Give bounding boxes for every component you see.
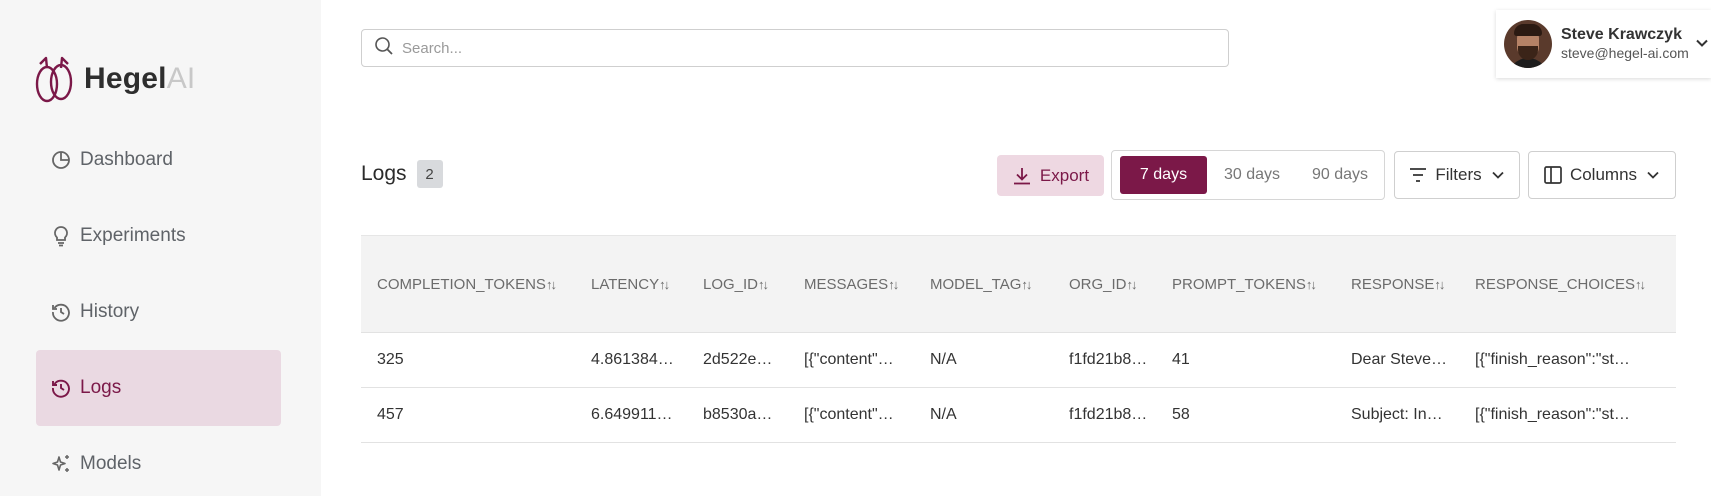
avatar: [1504, 20, 1552, 68]
owl-logo-icon: [35, 56, 73, 103]
cell-messages: [{"content"…: [788, 332, 914, 388]
cell-org-id: f1fd21b8…: [1053, 387, 1156, 443]
column-header-model-tag[interactable]: MODEL_TAG↑↓: [914, 235, 1053, 333]
chevron-down-icon[interactable]: [1695, 36, 1709, 55]
sidebar-item-experiments[interactable]: Experiments: [36, 198, 281, 274]
history-icon: [50, 377, 72, 399]
cell-model-tag: N/A: [914, 332, 1053, 388]
sort-icon: ↑↓: [659, 276, 670, 292]
columns-icon: [1544, 166, 1562, 184]
sidebar-item-models[interactable]: Models: [36, 426, 281, 502]
cell-org-id: f1fd21b8…: [1053, 332, 1156, 388]
search-input[interactable]: [402, 39, 1182, 57]
column-header-org-id[interactable]: ORG_ID↑↓: [1053, 235, 1156, 333]
sidebar-item-label: History: [80, 301, 140, 322]
sort-icon: ↑↓: [1126, 276, 1138, 292]
column-header-prompt-tokens[interactable]: PROMPT_TOKENS↑↓: [1156, 235, 1335, 333]
logs-table: COMPLETION_TOKENS↑↓ LATENCY↑↓ LOG_ID↑↓ M…: [361, 235, 1676, 443]
sort-icon: ↑↓: [758, 276, 769, 292]
page-title: Logs: [361, 162, 407, 185]
cell-model-tag: N/A: [914, 387, 1053, 443]
sort-icon: ↑↓: [1021, 276, 1032, 292]
sort-icon: ↑↓: [1305, 276, 1317, 292]
columns-button[interactable]: Columns: [1528, 151, 1676, 199]
sort-icon: ↑↓: [888, 276, 899, 292]
lightbulb-icon: [50, 225, 72, 247]
chevron-down-icon: [1491, 168, 1505, 182]
cell-latency: 6.649911…: [575, 387, 687, 443]
column-header-messages[interactable]: MESSAGES↑↓: [788, 235, 914, 333]
cell-response: Dear Steve…: [1335, 332, 1459, 388]
column-header-latency[interactable]: LATENCY↑↓: [575, 235, 687, 333]
cell-log-id: b8530a…: [687, 387, 788, 443]
sort-icon: ↑↓: [1434, 276, 1445, 292]
sidebar-item-label: Models: [80, 453, 142, 474]
table-header-row: COMPLETION_TOKENS↑↓ LATENCY↑↓ LOG_ID↑↓ M…: [361, 235, 1676, 333]
count-badge: 2: [416, 160, 443, 188]
cell-completion-tokens: 457: [361, 387, 575, 443]
date-range-selector: 7 days 30 days 90 days: [1111, 150, 1385, 200]
cell-messages: [{"content"…: [788, 387, 914, 443]
sidebar: HegelAI Dashboard Experiments History Lo…: [0, 0, 321, 496]
range-90-days-button[interactable]: 90 days: [1297, 156, 1383, 194]
cell-response: Subject: In…: [1335, 387, 1459, 443]
sparkles-icon: [50, 453, 72, 475]
sidebar-item-history[interactable]: History: [36, 274, 281, 350]
pie-chart-icon: [50, 149, 72, 171]
cell-prompt-tokens: 58: [1156, 387, 1335, 443]
user-menu[interactable]: Steve Krawczyk steve@hegel-ai.com: [1496, 10, 1711, 78]
cell-log-id: 2d522e…: [687, 332, 788, 388]
filter-icon: [1409, 167, 1427, 183]
search-bar[interactable]: [361, 29, 1229, 67]
column-header-log-id[interactable]: LOG_ID↑↓: [687, 235, 788, 333]
sort-icon: ↑↓: [545, 276, 557, 292]
brand-name: HegelAI: [84, 62, 196, 95]
sidebar-item-dashboard[interactable]: Dashboard: [36, 122, 281, 198]
column-header-response-choices[interactable]: RESPONSE_CHOICES↑↓: [1459, 235, 1676, 333]
cell-completion-tokens: 325: [361, 332, 575, 388]
filters-label: Filters: [1435, 165, 1482, 184]
table-row[interactable]: 325 4.861384… 2d522e… [{"content"… N/A f…: [361, 332, 1676, 388]
cell-response-choices: [{"finish_reason":"st…: [1459, 332, 1676, 388]
sidebar-item-label: Dashboard: [80, 149, 173, 170]
range-7-days-button[interactable]: 7 days: [1120, 156, 1207, 194]
export-button[interactable]: Export: [997, 155, 1104, 196]
filters-button[interactable]: Filters: [1394, 151, 1520, 199]
column-header-response[interactable]: RESPONSE↑↓: [1335, 235, 1459, 333]
table-row[interactable]: 457 6.649911… b8530a… [{"content"… N/A f…: [361, 387, 1676, 443]
sidebar-item-label: Experiments: [80, 225, 186, 246]
chevron-down-icon: [1646, 168, 1660, 182]
range-30-days-button[interactable]: 30 days: [1207, 156, 1297, 194]
cell-prompt-tokens: 41: [1156, 332, 1335, 388]
cell-latency: 4.861384…: [575, 332, 687, 388]
export-label: Export: [1039, 165, 1090, 185]
cell-response-choices: [{"finish_reason":"st…: [1459, 387, 1676, 443]
sidebar-item-logs[interactable]: Logs: [36, 350, 281, 426]
columns-label: Columns: [1569, 165, 1638, 184]
history-icon: [50, 301, 72, 323]
sort-icon: ↑↓: [1635, 276, 1646, 292]
brand-logo[interactable]: HegelAI: [34, 54, 195, 104]
user-name: Steve Krawczyk: [1561, 26, 1682, 44]
logs-header: Logs 2: [361, 160, 443, 188]
search-icon: [374, 36, 394, 61]
sidebar-item-label: Logs: [80, 377, 122, 398]
download-icon: [1013, 167, 1030, 184]
column-header-completion-tokens[interactable]: COMPLETION_TOKENS↑↓: [361, 235, 575, 333]
user-info: Steve Krawczyk steve@hegel-ai.com: [1561, 25, 1689, 63]
user-email: steve@hegel-ai.com: [1561, 45, 1689, 62]
